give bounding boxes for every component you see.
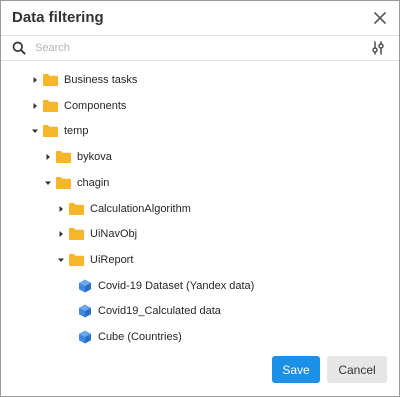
tree-item-label: temp [64,125,89,138]
cube-icon [78,330,92,344]
caret-right-icon[interactable] [57,205,65,213]
tree-item-label: Cube (Countries) [98,331,182,343]
tree-item-folder[interactable]: Business tasks [31,69,137,91]
filter-settings-icon[interactable] [371,41,385,55]
folder-icon [69,228,84,241]
tree-item-label: UiReport [90,253,134,266]
cube-icon [78,304,92,318]
tree-item-folder[interactable]: bykova [44,146,112,168]
tree-item-label: CalculationAlgorithm [90,202,191,215]
tree-item-folder[interactable]: chagin [44,172,109,194]
folder-icon [43,99,58,112]
tree-item-folder[interactable]: Components [31,95,126,117]
caret-down-icon[interactable] [44,179,52,187]
caret-right-icon[interactable] [57,230,65,238]
cancel-button[interactable]: Cancel [327,356,387,383]
caret-down-icon[interactable] [57,256,65,264]
search-icon [12,41,26,55]
caret-down-icon[interactable] [31,127,39,135]
dialog-title: Data filtering [12,9,104,26]
tree-item-cube[interactable]: Cube (Countries) [78,326,182,348]
tree-item-label: bykova [77,151,112,164]
tree-item-label: Covid-19 Dataset (Yandex data) [98,279,255,292]
tree-item-label: UiNavObj [90,228,138,241]
tree-item-label: Business tasks [64,74,138,86]
caret-right-icon[interactable] [31,76,39,84]
folder-icon [43,74,58,86]
folder-icon [56,176,71,189]
tree-item-folder[interactable]: CalculationAlgorithm [57,198,191,220]
tree-item-label: Covid19_Calculated data [98,305,221,318]
dialog-header: Data filtering [1,1,399,35]
folder-icon [43,125,58,138]
tree-item-label: Components [64,99,127,112]
folder-icon [56,151,71,164]
cube-icon [78,279,92,293]
folder-icon [69,202,84,215]
tree-item-label: chagin [77,176,110,189]
search-input[interactable] [35,39,355,57]
caret-right-icon[interactable] [44,153,52,161]
tree-item-folder[interactable]: temp [31,120,88,142]
tree-item-cube[interactable]: Covid-19 Dataset (Yandex data) [78,275,254,297]
folder-icon [69,253,84,266]
caret-right-icon[interactable] [31,102,39,110]
data-filtering-dialog: Data filtering Business tasks Components t… [0,0,400,397]
close-icon[interactable] [373,11,387,25]
tree-item-folder[interactable]: UiReport [57,249,133,271]
tree-item-folder[interactable]: UiNavObj [57,223,137,245]
save-button[interactable]: Save [272,356,320,383]
search-bar [1,35,399,61]
tree-item-cube[interactable]: Covid19_Calculated data [78,300,221,322]
